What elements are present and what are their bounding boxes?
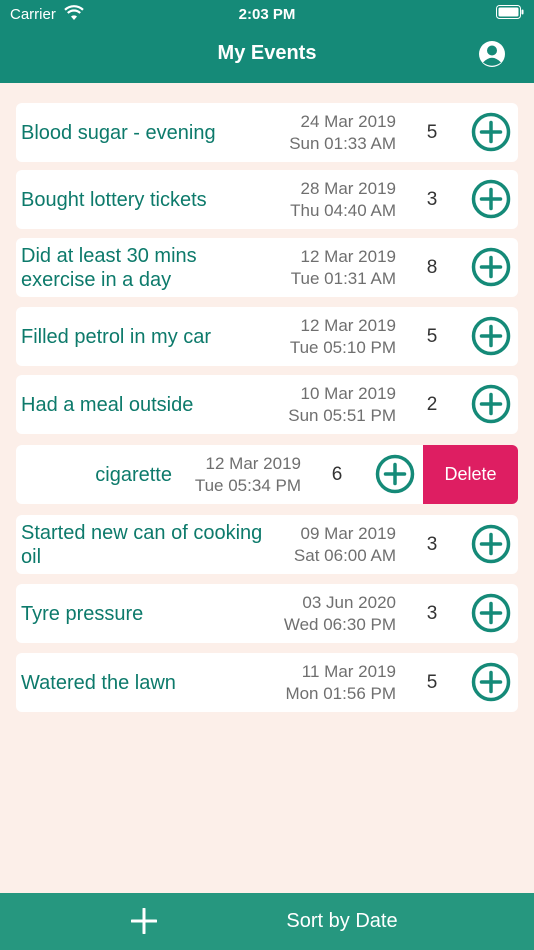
- add-occurrence-plus-circle-icon[interactable]: [471, 384, 511, 424]
- event-datetime: 28 Mar 2019 Thu 04:40 AM: [252, 170, 396, 229]
- event-count: 3: [426, 188, 438, 210]
- add-occurrence-plus-circle-icon[interactable]: [471, 593, 511, 633]
- event-count: 5: [426, 325, 438, 347]
- event-datetime: 03 Jun 2020 Wed 06:30 PM: [252, 584, 396, 643]
- event-name: Watered the lawn: [21, 671, 176, 694]
- status-bar: Carrier 2:03 PM: [0, 0, 534, 28]
- event-count: 2: [426, 393, 438, 415]
- event-count: 3: [426, 533, 438, 555]
- event-row[interactable]: Filled petrol in my car 12 Mar 2019 Tue …: [16, 307, 518, 366]
- event-datetime: 09 Mar 2019 Sat 06:00 AM: [252, 515, 396, 574]
- battery-icon: [496, 5, 524, 19]
- event-count: 5: [426, 121, 438, 143]
- event-name: Did at least 30 mins exercise in a day: [21, 244, 197, 291]
- event-name: Had a meal outside: [21, 393, 194, 416]
- event-date: 12 Mar 2019: [205, 453, 301, 473]
- event-row[interactable]: Bought lottery tickets 28 Mar 2019 Thu 0…: [16, 170, 518, 229]
- add-occurrence-plus-circle-icon[interactable]: [471, 179, 511, 219]
- event-name: Blood sugar - evening: [21, 121, 216, 144]
- add-occurrence-plus-circle-icon[interactable]: [471, 247, 511, 287]
- event-time: Sun 05:51 PM: [288, 405, 396, 425]
- event-row-swiped[interactable]: cigarette 12 Mar 2019 Tue 05:34 PM 6 Del…: [16, 445, 518, 504]
- event-date: 12 Mar 2019: [300, 246, 396, 266]
- event-time: Mon 01:56 PM: [285, 683, 396, 703]
- event-time: Tue 05:10 PM: [289, 337, 396, 357]
- event-time: Sun 01:33 AM: [289, 133, 396, 153]
- profile-icon[interactable]: [477, 39, 507, 69]
- event-date: 28 Mar 2019: [300, 178, 396, 198]
- navigation-header: Carrier 2:03 PM My Events: [0, 0, 534, 83]
- event-time: Wed 06:30 PM: [283, 614, 396, 634]
- event-name: Tyre pressure: [21, 602, 144, 625]
- clock: 2:03 PM: [238, 6, 296, 23]
- add-occurrence-plus-circle-icon[interactable]: [471, 524, 511, 564]
- event-datetime: 10 Mar 2019 Sun 05:51 PM: [252, 375, 396, 434]
- event-count: 8: [426, 256, 438, 278]
- event-time: Thu 04:40 AM: [290, 200, 396, 220]
- event-date: 09 Mar 2019: [300, 523, 396, 543]
- add-occurrence-plus-circle-icon[interactable]: [471, 662, 511, 702]
- event-datetime: 12 Mar 2019 Tue 05:34 PM: [157, 445, 301, 504]
- add-occurrence-plus-circle-icon[interactable]: [471, 112, 511, 152]
- event-datetime: 12 Mar 2019 Tue 05:10 PM: [252, 307, 396, 366]
- event-name: Started new can of cooking oil: [21, 521, 263, 568]
- event-count: 3: [426, 602, 438, 624]
- event-time: Tue 01:31 AM: [290, 268, 396, 288]
- event-date: 24 Mar 2019: [300, 111, 396, 131]
- event-name: cigarette: [95, 463, 172, 486]
- event-datetime: 12 Mar 2019 Tue 01:31 AM: [252, 238, 396, 297]
- event-time: Sat 06:00 AM: [293, 545, 396, 565]
- event-datetime: 11 Mar 2019 Mon 01:56 PM: [252, 653, 396, 712]
- delete-button[interactable]: Delete: [423, 445, 518, 504]
- event-name: Filled petrol in my car: [21, 325, 212, 348]
- event-name: Bought lottery tickets: [21, 188, 207, 211]
- add-occurrence-plus-circle-icon[interactable]: [375, 454, 415, 494]
- event-date: 03 Jun 2020: [302, 592, 396, 612]
- bottom-toolbar: Sort by Date: [0, 893, 534, 950]
- event-row[interactable]: Blood sugar - evening 24 Mar 2019 Sun 01…: [16, 103, 518, 162]
- sort-by-date-button[interactable]: Sort by Date: [242, 910, 442, 933]
- event-count: 6: [331, 463, 343, 485]
- event-date: 11 Mar 2019: [301, 661, 396, 681]
- event-row[interactable]: Watered the lawn 11 Mar 2019 Mon 01:56 P…: [16, 653, 518, 712]
- plus-icon[interactable]: [131, 908, 157, 934]
- page-title: My Events: [217, 42, 317, 64]
- add-occurrence-plus-circle-icon[interactable]: [471, 316, 511, 356]
- event-date: 10 Mar 2019: [300, 383, 396, 403]
- event-datetime: 24 Mar 2019 Sun 01:33 AM: [252, 103, 396, 162]
- event-row[interactable]: Tyre pressure 03 Jun 2020 Wed 06:30 PM 3: [16, 584, 518, 643]
- event-row[interactable]: Started new can of cooking oil 09 Mar 20…: [16, 515, 518, 574]
- event-count: 5: [426, 671, 438, 693]
- event-row[interactable]: Had a meal outside 10 Mar 2019 Sun 05:51…: [16, 375, 518, 434]
- event-date: 12 Mar 2019: [300, 315, 396, 335]
- event-row[interactable]: Did at least 30 mins exercise in a day 1…: [16, 238, 518, 297]
- event-time: Tue 05:34 PM: [194, 475, 301, 495]
